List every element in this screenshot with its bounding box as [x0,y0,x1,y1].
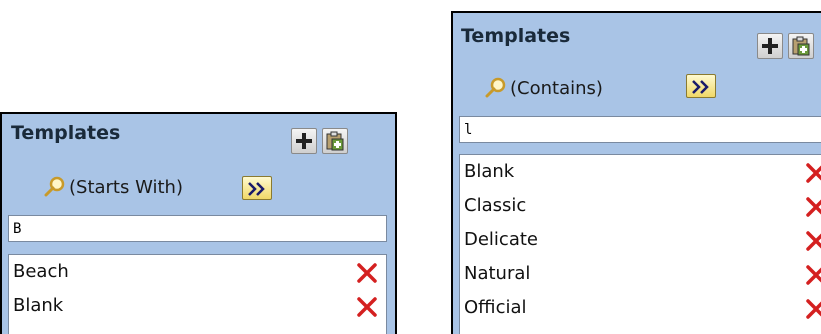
clipboard-paste-icon [792,36,810,56]
template-search-input[interactable] [8,215,387,242]
template-list: Beach Blank [8,254,387,334]
magnifier-icon [485,77,506,98]
toggle-filter-mode-button[interactable] [242,176,272,200]
plus-icon [762,38,778,54]
templates-panel-contains: Templates (Contains) B [451,11,821,334]
list-item[interactable]: Beach [9,255,386,289]
panel-title: Templates [461,25,571,47]
list-item[interactable]: Blank [9,289,386,323]
filter-row: (Contains) [485,74,725,107]
template-name: Official [464,297,527,318]
filter-mode-label[interactable]: (Contains) [510,78,603,99]
template-name: Natural [464,263,531,284]
list-item[interactable]: Classic [460,189,821,223]
double-chevron-right-icon [248,182,265,196]
template-search-input[interactable] [459,116,821,143]
template-name: Blank [13,295,64,316]
delete-icon[interactable] [806,299,821,319]
clipboard-paste-icon [326,131,344,151]
list-item[interactable]: Blank [460,155,821,189]
delete-icon[interactable] [357,297,377,317]
delete-icon[interactable] [357,263,377,283]
paste-template-button[interactable] [788,33,814,59]
filter-mode-label[interactable]: (Starts With) [69,177,183,198]
magnifier-icon [44,176,65,197]
double-chevron-right-icon [692,80,709,94]
list-item[interactable]: Natural [460,257,821,291]
templates-panel-starts-with: Templates (Starts With) B Beach Blank [0,112,397,334]
template-name: Blank [464,161,515,182]
toggle-filter-mode-button[interactable] [686,74,716,98]
list-item[interactable]: Delicate [460,223,821,257]
template-name: Delicate [464,229,538,250]
template-name: Classic [464,195,527,216]
delete-icon[interactable] [806,197,821,217]
panel-title: Templates [11,122,121,144]
paste-template-button[interactable] [322,128,348,154]
template-list: Blank Classic Delicate Natural Official [459,154,821,334]
delete-icon[interactable] [806,265,821,285]
add-template-button[interactable] [757,33,783,59]
delete-icon[interactable] [806,231,821,251]
delete-icon[interactable] [806,163,821,183]
plus-icon [296,133,312,149]
add-template-button[interactable] [291,128,317,154]
list-item[interactable]: Official [460,291,821,325]
filter-row: (Starts With) [44,176,304,206]
template-name: Beach [13,261,69,282]
